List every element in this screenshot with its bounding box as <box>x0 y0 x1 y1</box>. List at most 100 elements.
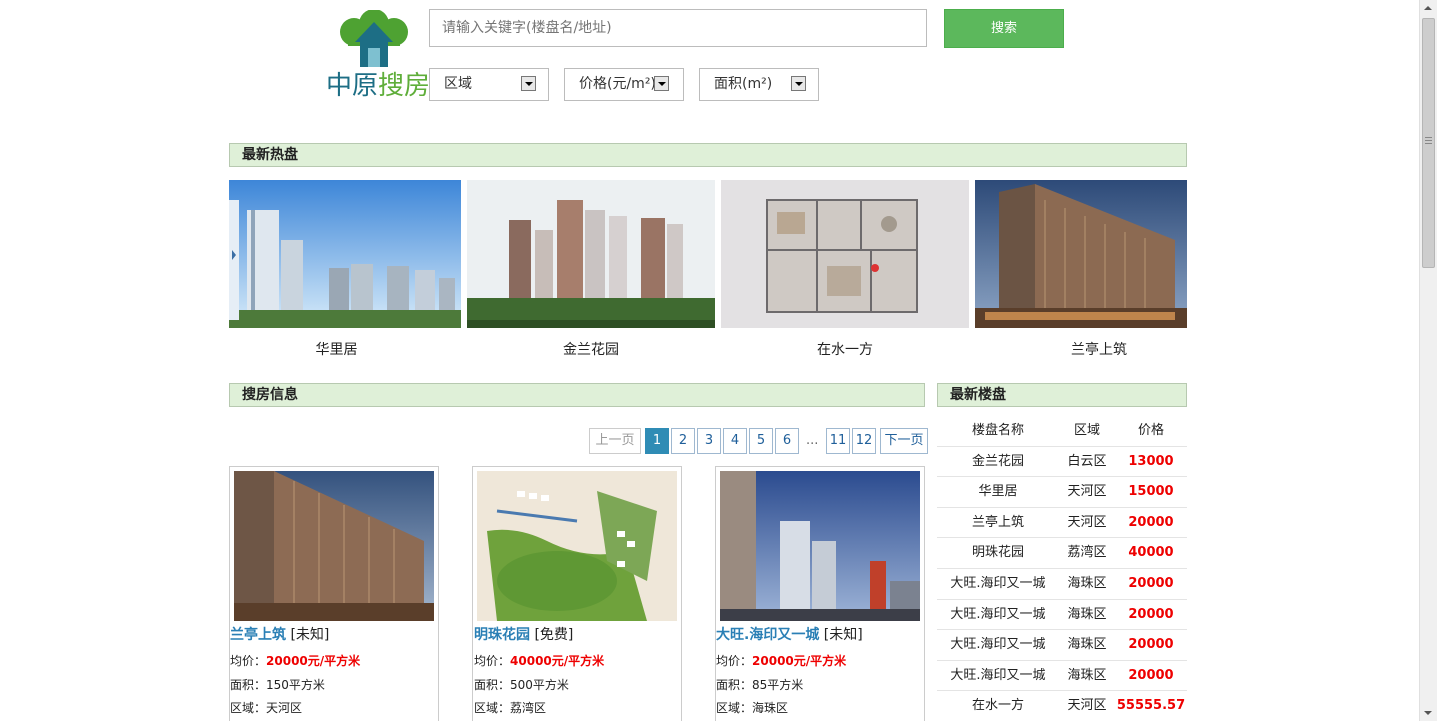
row-district: 荔湾区 <box>1067 545 1107 561</box>
row-price: 20000 <box>1128 667 1174 683</box>
row-district: 海珠区 <box>1067 637 1107 653</box>
vertical-scrollbar[interactable] <box>1419 0 1437 721</box>
district-select[interactable]: 区域 <box>429 68 549 101</box>
listing-district: 区域：天河区 <box>230 701 303 715</box>
search-info-title: 搜房信息 <box>229 383 925 407</box>
table-row[interactable]: 华里居 天河区 15000 <box>937 477 1187 508</box>
hot-item-name[interactable]: 金兰花园 <box>467 339 715 359</box>
table-row[interactable]: 兰亭上筑 天河区 20000 <box>937 508 1187 539</box>
row-price: 20000 <box>1128 637 1174 653</box>
row-name[interactable]: 金兰花园 <box>937 447 1059 476</box>
listing-price: 均价：40000元/平方米 <box>474 654 605 668</box>
table-row[interactable]: 大旺.海印又一城 海珠区 20000 <box>937 600 1187 631</box>
listing-area: 面积：500平方米 <box>474 678 569 692</box>
chevron-down-icon <box>521 76 536 91</box>
row-district: 天河区 <box>1067 698 1107 714</box>
listing-price: 均价：20000元/平方米 <box>716 654 847 668</box>
row-price: 20000 <box>1128 606 1174 622</box>
row-name[interactable]: 在水一方 <box>937 691 1059 720</box>
page: 中原搜房 搜索 区域 价格(元/m²) 面积(m²) 最新热盘 <box>0 0 1419 721</box>
table-row[interactable]: 金兰花园 白云区 13000 <box>937 447 1187 478</box>
row-name[interactable]: 大旺.海印又一城 <box>937 569 1059 598</box>
building-photo <box>975 180 1187 328</box>
scrollbar-thumb[interactable] <box>1422 18 1435 268</box>
hot-item-image[interactable] <box>229 180 461 328</box>
building-photo <box>720 471 920 621</box>
page-button[interactable]: 12 <box>852 428 876 454</box>
logo-text: 中原搜房 <box>326 71 431 101</box>
hot-item-image[interactable] <box>721 180 969 328</box>
hot-item-image[interactable] <box>975 180 1187 328</box>
page-button[interactable]: 6 <box>775 428 799 454</box>
row-price: 15000 <box>1128 484 1174 500</box>
site-plan-image <box>477 471 677 621</box>
row-price: 20000 <box>1128 575 1174 591</box>
row-district: 海珠区 <box>1067 575 1107 591</box>
hot-item-image[interactable] <box>467 180 715 328</box>
listing-area: 面积：85平方米 <box>716 678 804 692</box>
area-select-label: 面积(m²) <box>714 76 773 92</box>
column-header: 价格 <box>1137 423 1164 438</box>
table-row[interactable]: 明珠花园 荔湾区 40000 <box>937 538 1187 569</box>
prev-page-button[interactable]: 上一页 <box>589 428 641 454</box>
listing-title[interactable]: 明珠花园 [免费] <box>474 624 573 644</box>
page-button[interactable]: 4 <box>723 428 747 454</box>
table-row[interactable]: 在水一方 天河区 55555.57 <box>937 691 1187 721</box>
hot-item-name[interactable]: 在水一方 <box>721 339 969 359</box>
building-photo <box>467 180 715 328</box>
site-logo[interactable]: 中原搜房 <box>324 9 431 101</box>
latest-title: 最新楼盘 <box>937 383 1187 407</box>
page-button[interactable]: 2 <box>671 428 695 454</box>
search-button[interactable]: 搜索 <box>944 9 1064 48</box>
floor-plan-image <box>721 180 969 328</box>
page-button[interactable]: 11 <box>826 428 850 454</box>
page-button[interactable]: 1 <box>645 428 669 454</box>
table-row[interactable]: 大旺.海印又一城 海珠区 20000 <box>937 569 1187 600</box>
chevron-down-icon <box>654 76 669 91</box>
table-row[interactable]: 大旺.海印又一城 海珠区 20000 <box>937 661 1187 692</box>
hot-item-name[interactable]: 兰亭上筑 <box>975 339 1223 359</box>
listing-image[interactable] <box>720 471 920 621</box>
hot-item-name[interactable]: 华里居 <box>229 339 444 359</box>
listing-image[interactable] <box>477 471 677 621</box>
price-select-label: 价格(元/m²) <box>579 76 656 92</box>
row-price: 55555.57 <box>1116 698 1186 714</box>
building-photo <box>234 471 434 621</box>
row-district: 天河区 <box>1067 514 1107 530</box>
row-district: 海珠区 <box>1067 667 1107 683</box>
next-page-button[interactable]: 下一页 <box>880 428 928 454</box>
row-district: 海珠区 <box>1067 606 1107 622</box>
row-name[interactable]: 明珠花园 <box>937 538 1059 567</box>
table-header: 楼盘名称 区域 价格 <box>937 416 1187 447</box>
chevron-down-icon <box>791 76 806 91</box>
row-name[interactable]: 大旺.海印又一城 <box>937 661 1059 690</box>
pagination-ellipsis: ... <box>806 433 819 448</box>
scroll-down-icon[interactable] <box>1420 704 1437 721</box>
district-select-label: 区域 <box>444 76 472 92</box>
listing-title[interactable]: 大旺.海印又一城 [未知] <box>716 624 863 644</box>
price-select[interactable]: 价格(元/m²) <box>564 68 684 101</box>
column-header: 楼盘名称 <box>971 423 1024 438</box>
row-price: 13000 <box>1128 453 1174 469</box>
page-button[interactable]: 5 <box>749 428 773 454</box>
table-row[interactable]: 大旺.海印又一城 海珠区 20000 <box>937 630 1187 661</box>
column-header: 区域 <box>1073 423 1100 438</box>
area-select[interactable]: 面积(m²) <box>699 68 819 101</box>
row-name[interactable]: 大旺.海印又一城 <box>937 630 1059 659</box>
row-name[interactable]: 兰亭上筑 <box>937 508 1059 537</box>
building-photo <box>229 180 461 328</box>
hot-section-title: 最新热盘 <box>229 143 1187 167</box>
listing-area: 面积：150平方米 <box>230 678 325 692</box>
listing-title[interactable]: 兰亭上筑 [未知] <box>230 624 329 644</box>
row-name[interactable]: 大旺.海印又一城 <box>937 600 1059 629</box>
row-name[interactable]: 华里居 <box>937 477 1059 506</box>
page-button[interactable]: 3 <box>697 428 721 454</box>
scroll-up-icon[interactable] <box>1420 0 1437 17</box>
row-price: 20000 <box>1128 514 1174 530</box>
row-district: 天河区 <box>1067 484 1107 500</box>
listing-district: 区域：荔湾区 <box>474 701 547 715</box>
listing-price: 均价：20000元/平方米 <box>230 654 361 668</box>
latest-table: 楼盘名称 区域 价格 金兰花园 白云区 13000 华里居 天河区 15000 兰亭上筑… <box>937 416 1187 721</box>
listing-image[interactable] <box>234 471 434 621</box>
search-input[interactable] <box>429 9 927 47</box>
